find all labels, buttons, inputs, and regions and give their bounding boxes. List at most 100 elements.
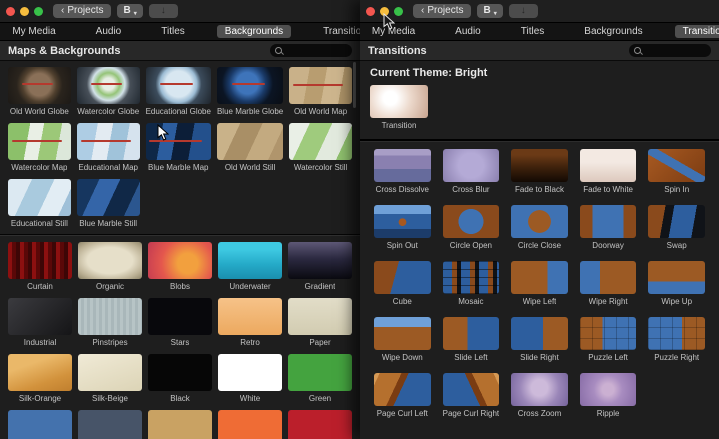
tab-item[interactable]: My Media — [4, 25, 63, 38]
transition-item[interactable]: Cross Dissolve — [374, 149, 431, 194]
transition-item[interactable]: Ripple — [580, 373, 637, 418]
tab-item[interactable]: Transitions — [315, 25, 360, 38]
search-input[interactable] — [644, 46, 706, 56]
section-divider — [0, 234, 360, 235]
media-item[interactable]: Silk-Orange — [8, 354, 72, 403]
transition-item[interactable]: Puzzle Right — [648, 317, 705, 362]
transition-item[interactable]: Page Curl Left — [374, 373, 431, 418]
tab-item[interactable]: Backgrounds — [217, 25, 291, 38]
transition-item[interactable]: Slide Left — [443, 317, 500, 362]
media-item[interactable]: Watercolor Still — [289, 123, 352, 172]
transition-item[interactable]: Wipe Right — [580, 261, 637, 306]
transition-item[interactable]: Circle Close — [511, 205, 568, 250]
transition-item[interactable]: Wipe Down — [374, 317, 431, 362]
media-item[interactable]: Blobs — [148, 242, 212, 291]
media-item[interactable]: Pinstripes — [78, 298, 142, 347]
backgrounds-grid: Curtain Organic Blobs Underwater Gradien… — [8, 242, 352, 439]
media-thumbnail — [148, 242, 212, 279]
transitions-grid: Cross Dissolve Cross Blur Fade to Black … — [374, 149, 705, 418]
tab-item[interactable]: Backgrounds — [576, 25, 650, 38]
media-item[interactable]: Educational Globe — [146, 67, 211, 116]
media-item[interactable]: Old World Globe — [8, 67, 71, 116]
transition-item[interactable]: Slide Right — [511, 317, 568, 362]
media-item[interactable]: Blue Marble Map — [146, 123, 211, 172]
tab-item[interactable]: Transitions — [675, 25, 719, 38]
search-input[interactable] — [285, 46, 347, 56]
media-item[interactable]: Gradient — [288, 242, 352, 291]
zoom-button[interactable] — [394, 7, 403, 16]
media-item[interactable] — [148, 410, 212, 439]
close-button[interactable] — [6, 7, 15, 16]
media-label: Blue Marble Map — [148, 163, 208, 172]
transitions-content: Cross Dissolve Cross Blur Fade to Black … — [360, 141, 719, 418]
media-item[interactable]: Old World Still — [217, 123, 283, 172]
scrollbar-thumb[interactable] — [353, 62, 356, 108]
close-button[interactable] — [366, 7, 375, 16]
transition-item[interactable]: Fade to White — [580, 149, 637, 194]
media-item[interactable]: Educational Still — [8, 179, 71, 228]
zoom-button[interactable] — [34, 7, 43, 16]
transition-item[interactable]: Cross Blur — [443, 149, 500, 194]
media-thumbnail — [648, 205, 705, 238]
transition-item[interactable]: Mosaic — [443, 261, 500, 306]
transition-item[interactable]: Cube — [374, 261, 431, 306]
transition-item[interactable]: Circle Open — [443, 205, 500, 250]
media-label: Watercolor Map — [11, 163, 67, 172]
minimize-button[interactable] — [380, 7, 389, 16]
media-item[interactable]: Industrial — [8, 298, 72, 347]
media-item[interactable]: Organic — [78, 242, 142, 291]
media-item[interactable]: Watercolor Globe — [77, 67, 140, 116]
transition-item[interactable]: Wipe Up — [648, 261, 705, 306]
media-item[interactable]: Stars — [148, 298, 212, 347]
tab-item[interactable]: Audio — [88, 25, 130, 38]
media-item[interactable]: Blue Marble Globe — [217, 67, 283, 116]
maps-grid: Old World Globe Watercolor Globe Educati… — [8, 67, 352, 228]
media-style-button[interactable]: B ▾ — [117, 4, 142, 18]
media-item[interactable]: Paper — [288, 298, 352, 347]
media-item[interactable]: Educational Map — [77, 123, 140, 172]
media-style-button[interactable]: B ▾ — [477, 4, 502, 18]
transition-item[interactable]: Spin Out — [374, 205, 431, 250]
media-item[interactable]: Old World Map — [289, 67, 352, 116]
tab-item[interactable]: My Media — [364, 25, 423, 38]
media-item[interactable]: Curtain — [8, 242, 72, 291]
dropdown-arrow-icon: ▾ — [494, 11, 497, 17]
transition-item[interactable]: Wipe Left — [511, 261, 568, 306]
transition-item[interactable]: Page Curl Right — [443, 373, 500, 418]
theme-transition-item[interactable]: Transition — [370, 85, 428, 130]
media-item[interactable] — [288, 410, 352, 439]
import-button[interactable]: ↓ — [149, 4, 178, 18]
media-item[interactable]: Black — [148, 354, 212, 403]
transition-item[interactable]: Swap — [648, 205, 705, 250]
projects-back-button[interactable]: ‹ Projects — [53, 4, 111, 18]
transition-item[interactable]: Fade to Black — [511, 149, 568, 194]
media-thumbnail — [374, 317, 431, 350]
media-item[interactable]: White — [218, 354, 282, 403]
media-item[interactable]: Watercolor Map — [8, 123, 71, 172]
transition-item[interactable]: Cross Zoom — [511, 373, 568, 418]
transition-item[interactable]: Puzzle Left — [580, 317, 637, 362]
media-item[interactable]: Blue Marble Still — [77, 179, 140, 228]
import-button[interactable]: ↓ — [509, 4, 538, 18]
media-item[interactable] — [218, 410, 282, 439]
media-item[interactable]: Green — [288, 354, 352, 403]
media-thumbnail — [511, 261, 568, 294]
transition-item[interactable]: Doorway — [580, 205, 637, 250]
search-icon — [275, 47, 282, 54]
media-thumbnail — [288, 354, 352, 391]
projects-back-button[interactable]: ‹ Projects — [413, 4, 471, 18]
media-label: Educational Still — [11, 219, 68, 228]
transition-item[interactable]: Spin In — [648, 149, 705, 194]
minimize-button[interactable] — [20, 7, 29, 16]
media-label: Blue Marble Globe — [217, 107, 283, 116]
tab-item[interactable]: Audio — [447, 25, 489, 38]
media-item[interactable]: Silk-Beige — [78, 354, 142, 403]
panel-title: Transitions — [368, 45, 427, 57]
media-item[interactable] — [78, 410, 142, 439]
media-label: Cross Blur — [452, 185, 489, 194]
tab-item[interactable]: Titles — [513, 25, 553, 38]
media-item[interactable] — [8, 410, 72, 439]
media-item[interactable]: Retro — [218, 298, 282, 347]
media-item[interactable]: Underwater — [218, 242, 282, 291]
tab-item[interactable]: Titles — [153, 25, 193, 38]
